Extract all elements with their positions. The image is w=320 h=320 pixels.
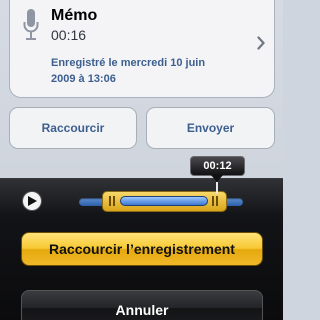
memo-card[interactable]: Mémo 00:16 Enregistré le mercredi 10 jui… xyxy=(9,0,275,98)
play-button[interactable] xyxy=(23,192,41,210)
microphone-icon xyxy=(23,9,39,40)
memo-duration: 00:16 xyxy=(51,27,87,43)
memo-recorded-line-1: Enregistré le mercredi 10 juin xyxy=(51,57,206,69)
memo-recorded-line-2: 2009 à 13:06 xyxy=(51,73,116,85)
trim-selection-fill xyxy=(120,196,208,206)
playhead-time-bubble: 00:12 xyxy=(190,156,245,176)
chevron-right-icon[interactable] xyxy=(257,36,265,50)
memo-title: Mémo xyxy=(51,7,98,24)
trim-start-handle[interactable] xyxy=(109,196,115,206)
time-bubble-pointer xyxy=(211,175,223,182)
trim-recording-button[interactable]: Raccourcir l’enregistrement xyxy=(21,232,263,266)
play-icon xyxy=(28,196,37,206)
memo-recorded-date: Enregistré le mercredi 10 juin 2009 à 13… xyxy=(51,55,221,87)
voice-memo-screen: Mémo 00:16 Enregistré le mercredi 10 jui… xyxy=(0,0,283,320)
shorten-button[interactable]: Raccourcir xyxy=(9,107,137,149)
cancel-button[interactable]: Annuler xyxy=(21,290,263,320)
send-button[interactable]: Envoyer xyxy=(146,107,275,149)
playhead[interactable] xyxy=(216,182,218,194)
trim-end-handle[interactable] xyxy=(212,196,218,206)
